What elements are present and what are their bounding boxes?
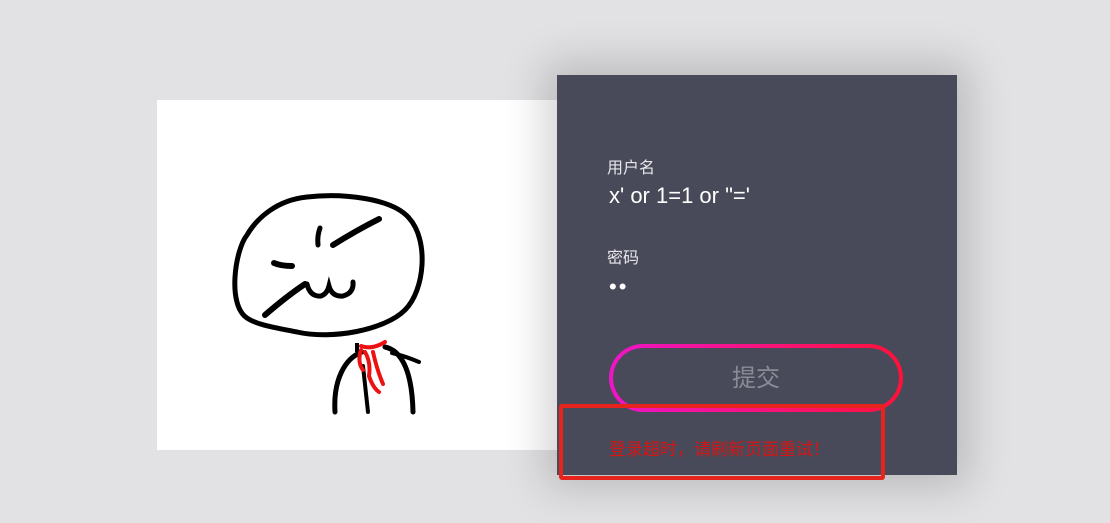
error-highlight-box: 登录超时，请刷新页面重试！ <box>559 404 885 480</box>
submit-button-label: 提交 <box>732 364 780 392</box>
password-input[interactable] <box>607 271 911 303</box>
left-eye <box>271 260 295 269</box>
password-label: 密码 <box>607 248 640 267</box>
right-eye-squint <box>330 216 382 248</box>
error-message: 登录超时，请刷新页面重试！ <box>609 440 830 460</box>
right-hand <box>390 351 421 364</box>
smug-mouth <box>304 276 356 299</box>
smug-face-meme-icon <box>232 193 425 415</box>
username-label: 用户名 <box>607 158 656 177</box>
username-input[interactable] <box>607 180 911 212</box>
illustration-card <box>157 100 567 450</box>
login-page: 用户名 密码 提交 登录超时，请刷新页面重试！ <box>0 0 1110 523</box>
cheek-line <box>262 281 308 318</box>
submit-button[interactable]: 提交 <box>609 344 903 412</box>
brow-mark <box>315 225 323 248</box>
left-torso <box>361 364 370 414</box>
